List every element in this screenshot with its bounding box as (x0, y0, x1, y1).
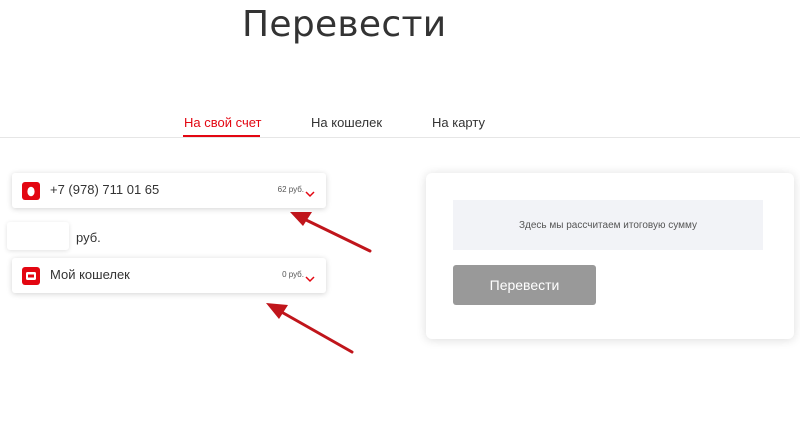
total-summary-box: Здесь мы рассчитаем итоговую сумму (453, 200, 763, 250)
summary-card: Здесь мы рассчитаем итоговую сумму Перев… (426, 173, 794, 339)
wallet-icon (22, 267, 40, 285)
chevron-down-icon (305, 185, 315, 198)
tab-own-account[interactable]: На свой счет (184, 115, 261, 130)
tab-card[interactable]: На карту (432, 115, 485, 130)
annotation-arrow-icon (266, 303, 354, 354)
tabs-divider (0, 137, 800, 138)
page-title: Перевести (242, 4, 447, 45)
currency-label: руб. (76, 230, 101, 245)
amount-input[interactable] (7, 222, 69, 250)
chevron-down-icon (305, 270, 315, 283)
source-phone-number: +7 (978) 711 01 65 (50, 182, 160, 197)
destination-wallet-name: Мой кошелек (50, 267, 130, 282)
annotation-arrow-icon (290, 212, 372, 253)
destination-balance: 0 руб. (282, 270, 304, 279)
source-account-select[interactable]: +7 (978) 711 01 65 62 руб. (12, 173, 326, 208)
mts-sim-icon (22, 182, 40, 200)
tab-wallet[interactable]: На кошелек (311, 115, 382, 130)
destination-wallet-select[interactable]: Мой кошелек 0 руб. (12, 258, 326, 293)
source-balance: 62 руб. (277, 185, 304, 194)
transfer-submit-button[interactable]: Перевести (453, 265, 596, 305)
